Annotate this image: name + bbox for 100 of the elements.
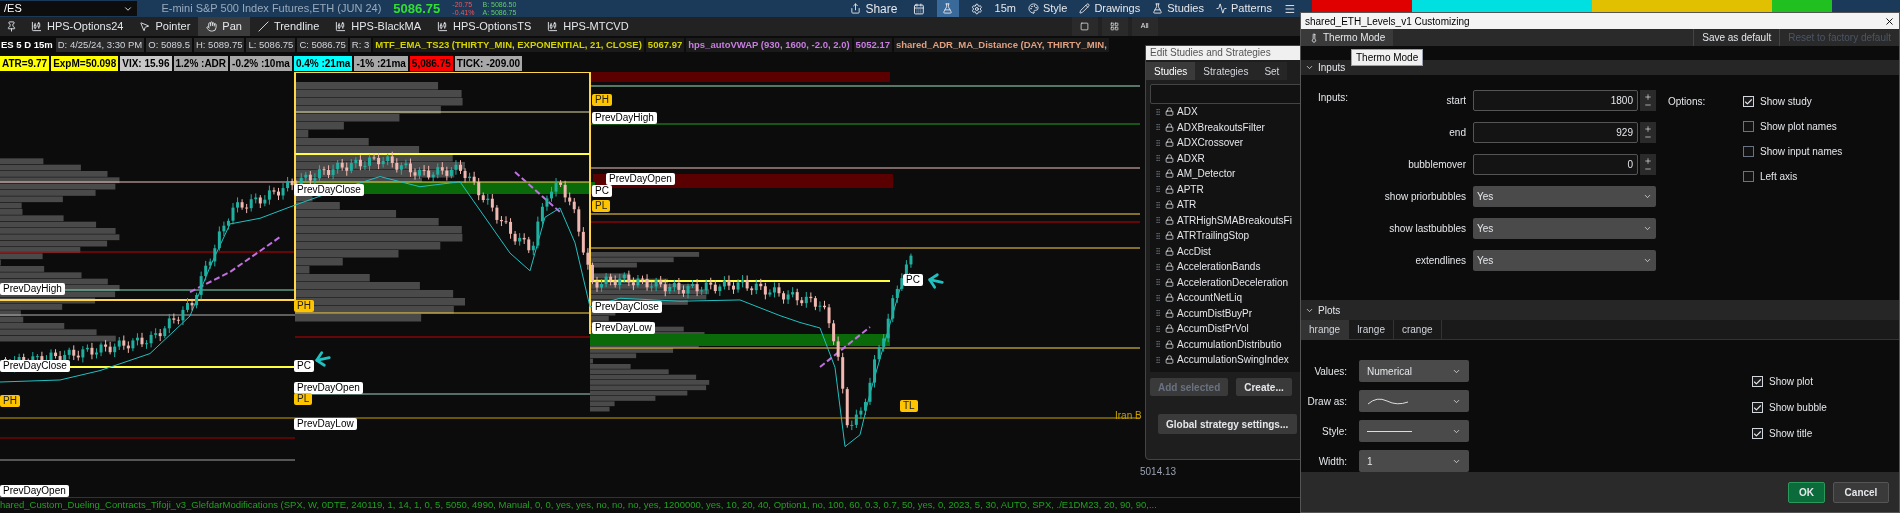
calendar-icon[interactable] xyxy=(913,2,926,15)
checkbox[interactable] xyxy=(1743,171,1754,182)
caret-icon xyxy=(1643,224,1652,233)
level-note: PC xyxy=(592,185,612,197)
close-icon[interactable] xyxy=(1884,15,1895,27)
study-item[interactable]: ADXR xyxy=(1150,150,1305,166)
dropdown[interactable]: Yes xyxy=(1473,186,1656,207)
study-item[interactable]: AccelerationBands xyxy=(1150,259,1305,275)
lock-icon xyxy=(1165,293,1174,303)
ohlc-field: L: 5086.75 xyxy=(246,37,296,53)
cancel-button[interactable]: Cancel xyxy=(1833,481,1889,503)
share-button[interactable]: Share xyxy=(846,0,902,17)
plot-tab[interactable]: hrange xyxy=(1301,320,1350,339)
study-item[interactable]: ATR xyxy=(1150,197,1305,213)
option-label: Show bubble xyxy=(1769,401,1827,415)
chart-menu-button[interactable]: Style xyxy=(1027,0,1068,17)
dropdown[interactable] xyxy=(1359,420,1469,442)
study-item[interactable]: AccDist xyxy=(1150,243,1305,259)
global-settings-button[interactable]: Global strategy settings... xyxy=(1158,414,1297,434)
tab[interactable]: Set xyxy=(1256,62,1288,80)
ohlc-field: O: 5089.5 xyxy=(146,37,192,53)
option-label: Show title xyxy=(1769,427,1813,441)
grid-icon xyxy=(1110,22,1120,31)
lock-icon xyxy=(1165,169,1174,179)
toolbar-button[interactable]: Pan xyxy=(198,17,250,36)
option-label: Show plot xyxy=(1769,375,1813,389)
chart-menu-button[interactable]: Studies xyxy=(1152,0,1204,17)
toolbar-button[interactable]: HPS-OptionsTS xyxy=(429,17,540,36)
flask-button[interactable] xyxy=(937,0,959,17)
spinner[interactable] xyxy=(1640,122,1656,143)
study-item[interactable]: APTR xyxy=(1150,181,1305,197)
toolbar-button[interactable]: Trendline xyxy=(249,17,328,36)
drag-handle-icon xyxy=(1154,293,1162,302)
dropdown[interactable] xyxy=(1359,390,1469,412)
dropdown[interactable]: Numerical xyxy=(1359,360,1469,382)
study-status-line: hared_Custom_Dueling_Contracts_Tifoji_v3_GlefdarModifications (SPX, W, 0DTE, 240119, 1, 14, 1, 0, 5, 5050, 4990, Manual, 0, 0, yes, yes, no, no, no, yes, 1200000, yes, 10, 20, 40, Option1, no, 100, 60, 0.3, 0.7, 50, yes, 0, 2023, 5, 30, AUTO, SPX, ./E1DM23, 20, 90, 90,... xyxy=(0,498,1157,513)
indicator-badge: 0.4% :21ma xyxy=(293,55,353,71)
study-item[interactable]: ADX xyxy=(1150,104,1305,120)
ohlc-field: H: 5089.75 xyxy=(194,37,245,53)
level-note: PrevDayLow xyxy=(294,418,357,430)
settings-icon[interactable] xyxy=(970,2,983,15)
drag-handle-icon xyxy=(1154,309,1162,318)
checkbox[interactable] xyxy=(1743,121,1754,132)
lock-icon xyxy=(1165,215,1174,225)
tooltip: Thermo Mode xyxy=(1351,49,1424,66)
toolbar-button[interactable]: HPS-BlackMA xyxy=(327,17,429,36)
plot-tab[interactable]: crange xyxy=(1393,320,1442,339)
candlestick-icon xyxy=(31,21,42,32)
lock-icon xyxy=(1165,262,1174,272)
study-item[interactable]: AccumulationSwingIndex xyxy=(1150,352,1305,368)
square-icon xyxy=(1080,22,1090,31)
thermo-mode-button[interactable]: Thermo Mode xyxy=(1301,29,1394,46)
pin-icon[interactable] xyxy=(6,21,17,32)
study-item[interactable]: AccumulationDistributio xyxy=(1150,336,1305,352)
level-marker: PL xyxy=(592,200,611,212)
study-item[interactable]: ADXCrossover xyxy=(1150,135,1305,151)
plus-icon xyxy=(1644,92,1652,101)
grid-button[interactable] xyxy=(1101,17,1128,36)
tab[interactable]: Strategies xyxy=(1195,62,1257,80)
level-marker: PH xyxy=(592,94,612,106)
number-field[interactable]: 929 xyxy=(1473,122,1638,143)
hand-icon xyxy=(206,21,218,32)
dropdown[interactable]: Yes xyxy=(1473,218,1656,239)
dropdown[interactable]: Yes xyxy=(1473,250,1656,271)
option-label: Show plot names xyxy=(1760,120,1837,134)
drag-handle-icon xyxy=(1154,138,1162,147)
toolbar-button[interactable]: Pointer xyxy=(131,17,199,36)
section-header[interactable]: Inputs xyxy=(1301,60,1899,75)
spinner[interactable] xyxy=(1640,90,1656,111)
chart-menu-button[interactable]: Patterns xyxy=(1215,0,1272,17)
ok-button[interactable]: OK xyxy=(1788,481,1825,503)
number-field[interactable]: 1800 xyxy=(1473,90,1638,111)
save-default-button[interactable]: Save as default xyxy=(1693,29,1780,46)
tab[interactable]: Studies xyxy=(1146,62,1196,80)
plot-tab[interactable]: lrange xyxy=(1349,320,1394,339)
study-item[interactable]: ATRTrailingStop xyxy=(1150,228,1305,244)
view-button[interactable] xyxy=(1071,17,1098,36)
drag-handle-icon xyxy=(1154,262,1162,271)
study-item[interactable]: ATRHighSMABreakoutsFi xyxy=(1150,212,1305,228)
study-item[interactable]: AccelerationDeceleration xyxy=(1150,274,1305,290)
level-note: PC xyxy=(294,360,314,372)
dropdown[interactable]: 1 xyxy=(1359,450,1469,472)
chart-menu-button[interactable]: 15m xyxy=(994,0,1016,17)
chart-menu-button[interactable]: Drawings xyxy=(1079,0,1141,17)
number-field[interactable]: 0 xyxy=(1473,154,1638,175)
menu-icon[interactable] xyxy=(1283,2,1296,15)
inputs-label: Inputs: xyxy=(1318,91,1350,105)
level-note: PrevDayLow xyxy=(592,322,655,334)
spinner[interactable] xyxy=(1640,154,1656,175)
indicator-badge: ATR=9.77 xyxy=(0,55,50,71)
section-header[interactable]: Plots xyxy=(1301,300,1899,320)
plus-icon xyxy=(1644,156,1652,165)
toolbar-button[interactable]: HPS-MTCVD xyxy=(539,17,637,36)
checkbox[interactable] xyxy=(1743,146,1754,157)
symbol-field[interactable]: /ES xyxy=(0,1,138,16)
study-item[interactable]: AM_Detector xyxy=(1150,166,1305,182)
drag-handle-icon xyxy=(1154,200,1162,209)
window-button[interactable]: Create... xyxy=(1236,378,1292,396)
study-item[interactable]: ADXBreakoutsFilter xyxy=(1150,119,1305,135)
toolbar-button[interactable]: HPS-Options24 xyxy=(23,17,132,36)
